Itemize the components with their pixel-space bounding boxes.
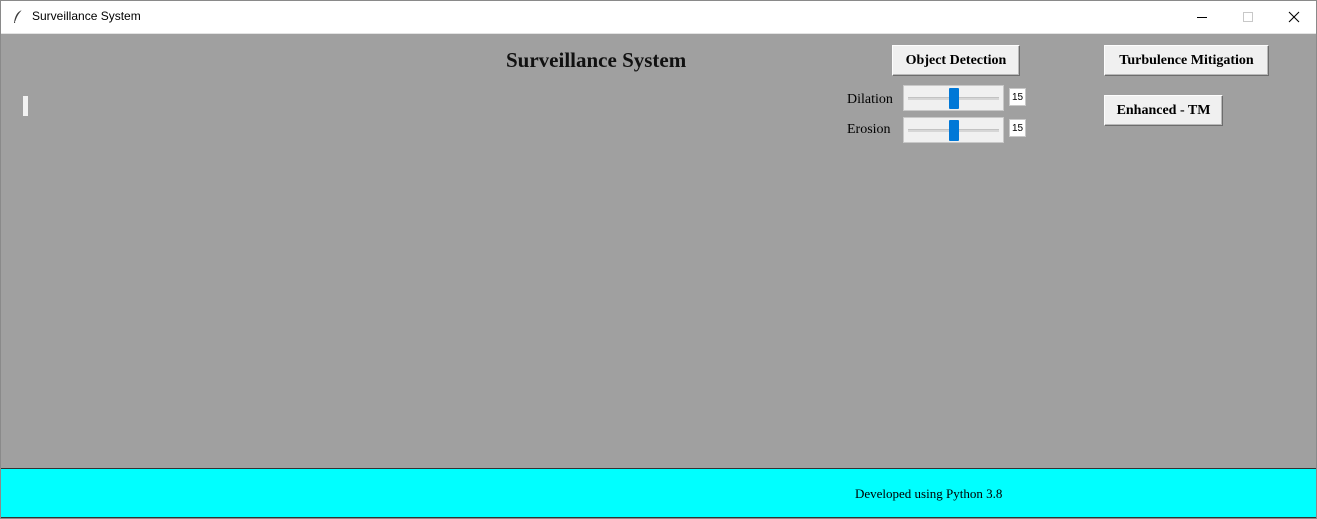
- minimize-icon: [1196, 16, 1207, 18]
- erosion-value: 15: [1009, 119, 1026, 137]
- maximize-button[interactable]: [1225, 1, 1271, 33]
- minimize-button[interactable]: [1179, 1, 1225, 33]
- close-icon: [1288, 11, 1300, 23]
- window-title: Surveillance System: [32, 9, 141, 23]
- close-button[interactable]: [1271, 1, 1316, 33]
- footer-text: Developed using Python 3.8: [855, 486, 1003, 501]
- dilation-value: 15: [1009, 88, 1026, 106]
- main-panel: Surveillance System Object Detection Tur…: [1, 34, 1316, 468]
- maximize-icon: [1242, 11, 1253, 22]
- title-bar[interactable]: Surveillance System: [1, 1, 1316, 34]
- slider-thumb[interactable]: [949, 88, 959, 109]
- turbulence-mitigation-button[interactable]: Turbulence Mitigation: [1104, 45, 1269, 76]
- dilation-label: Dilation: [847, 92, 893, 107]
- object-detection-button[interactable]: Object Detection: [892, 45, 1020, 76]
- feather-icon: [14, 9, 23, 23]
- erosion-slider[interactable]: [903, 117, 1004, 143]
- dilation-slider[interactable]: [903, 85, 1004, 111]
- enhanced-tm-button[interactable]: Enhanced - TM: [1104, 95, 1223, 126]
- erosion-label: Erosion: [847, 122, 891, 137]
- app-window: Surveillance System Surveillance System …: [0, 0, 1317, 519]
- page-title: Surveillance System: [506, 48, 687, 72]
- slider-thumb[interactable]: [949, 120, 959, 141]
- status-footer: Developed using Python 3.8: [1, 468, 1316, 518]
- video-canvas-marker: [23, 96, 28, 116]
